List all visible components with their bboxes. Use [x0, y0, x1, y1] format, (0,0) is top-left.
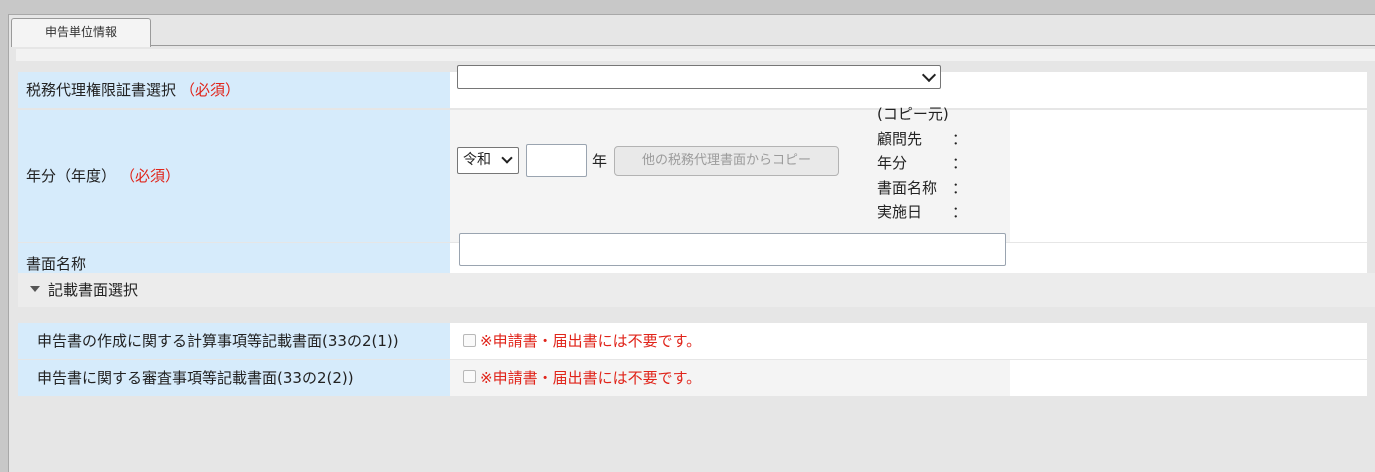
option-note: ※申請書・届出書には不要です。 [480, 369, 702, 387]
option-cell-right [1010, 360, 1367, 396]
year-label: 年分（年度） （必須） [18, 110, 450, 242]
document-name-input[interactable] [459, 233, 1006, 266]
era-select[interactable]: 令和 [457, 147, 519, 174]
era-selected: 令和 [463, 152, 491, 168]
copy-source-row: 年分 ： [877, 151, 967, 176]
year-unit: 年 [592, 152, 608, 170]
copy-source-key: 実施日 [877, 203, 923, 221]
option-note: ※申請書・届出書には不要です。 [480, 332, 702, 350]
option-label-text: 申告書に関する審査事項等記載書面(33の2(2)) [37, 369, 354, 387]
proxy-cert-label-text: 税務代理権限証書選択 [26, 81, 177, 99]
option-label: 申告書の作成に関する計算事項等記載書面(33の2(1)) [18, 323, 450, 359]
year-input[interactable] [526, 144, 587, 177]
option-checkbox[interactable] [463, 370, 476, 383]
proxy-cert-select[interactable] [457, 65, 941, 89]
copy-source-row: 書面名称 ： [877, 176, 967, 201]
copy-from-other-button[interactable]: 他の税務代理書面からコピー [614, 146, 839, 176]
option-label-text: 申告書の作成に関する計算事項等記載書面(33の2(1)) [37, 332, 399, 350]
chevron-down-icon [921, 67, 937, 83]
copy-source-sep: ： [952, 178, 968, 197]
required-mark: （必須） [180, 81, 241, 99]
copy-source-key: 顧問先 [877, 129, 923, 148]
tab-report-unit-info[interactable]: 申告単位情報 [11, 18, 151, 47]
copy-source-title: (コピー元) [877, 105, 949, 123]
document-name-label-text: 書面名称 [26, 255, 87, 273]
tab-divider [151, 45, 1375, 46]
copy-source-row: 顧問先 ： [877, 127, 967, 152]
copy-source-sep: ： [952, 129, 968, 148]
copy-source-sep: ： [952, 203, 968, 221]
copy-source-key: 年分 [877, 154, 908, 172]
section-title: 記載書面選択 [48, 281, 139, 299]
required-mark: （必須） [120, 167, 181, 185]
copy-source-sep: ： [952, 154, 968, 172]
option-label: 申告書に関する審査事項等記載書面(33の2(2)) [18, 360, 450, 396]
option-checkbox[interactable] [463, 334, 476, 347]
section-header[interactable]: 記載書面選択 [18, 273, 1375, 307]
panel-top [16, 49, 1375, 61]
copy-source-key: 書面名称 [877, 178, 938, 197]
copy-source-row: 実施日 ： [877, 200, 967, 225]
chevron-down-icon [501, 152, 513, 164]
triangle-down-icon [30, 285, 40, 292]
year-label-text: 年分（年度） [26, 167, 117, 185]
copy-source-info: (コピー元) 顧問先 ： 年分 ： 書面名称 ： 実施日 ： [877, 102, 967, 225]
year-cell-right [1010, 110, 1367, 242]
proxy-cert-label: 税務代理権限証書選択 （必須） [18, 72, 450, 108]
